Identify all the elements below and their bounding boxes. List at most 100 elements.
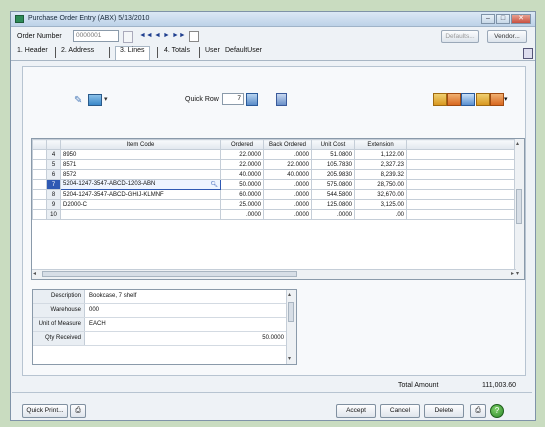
tab-totals[interactable]: 4. Totals [164, 47, 190, 54]
grid-vertical-scrollbar[interactable]: ▴ ▾ [514, 139, 524, 279]
item-code-cell[interactable]: 8571 [60, 159, 221, 170]
line-options-dropdown-icon[interactable]: ▾ [104, 95, 108, 103]
scroll-down-icon[interactable]: ▾ [516, 270, 519, 278]
table-row[interactable]: 5 8571 22.0000 22.0000 105.7830 2,327.23 [32, 159, 518, 170]
tab-header[interactable]: 1. Header [17, 47, 48, 54]
quick-print-button[interactable]: Quick Print... [22, 404, 68, 418]
detail-scroll-thumb[interactable] [288, 302, 294, 322]
table-row[interactable]: 10 .0000 .0000 .0000 .00 [32, 209, 518, 220]
row-number[interactable]: 9 [46, 199, 61, 210]
column-header-ordered[interactable]: Ordered [220, 139, 264, 150]
qty-received-value[interactable]: 50.0000 [262, 332, 284, 345]
close-button[interactable]: ✕ [511, 14, 531, 24]
line-options-icon[interactable] [88, 94, 102, 106]
grid-copy-icon[interactable] [461, 93, 475, 106]
row-number[interactable]: 7 [46, 179, 61, 190]
row-number[interactable]: 4 [46, 149, 61, 160]
ordered-cell[interactable]: .0000 [220, 209, 264, 220]
back-ordered-cell[interactable]: 40.0000 [263, 169, 312, 180]
tab-lines[interactable]: 3. Lines [115, 46, 150, 60]
row-number[interactable]: 5 [46, 159, 61, 170]
ordered-cell[interactable]: 22.0000 [220, 159, 264, 170]
grid-vertical-scroll-thumb[interactable] [516, 189, 522, 224]
grid-menu-dropdown-icon[interactable]: ▾ [504, 95, 508, 103]
table-row[interactable]: 9 D2000-C 25.0000 .0000 125.0800 3,125.0… [32, 199, 518, 210]
grid-config-icon[interactable] [433, 93, 447, 106]
row-number[interactable]: 8 [46, 189, 61, 200]
accept-button[interactable]: Accept [336, 404, 376, 418]
lookup-button[interactable] [123, 31, 133, 43]
scroll-right-icon[interactable]: ▸ [511, 270, 514, 278]
warehouse-value[interactable]: 000 [89, 304, 99, 317]
grid-menu-icon[interactable] [490, 93, 504, 106]
back-ordered-cell[interactable]: .0000 [263, 199, 312, 210]
print-button[interactable]: ⎙ [470, 404, 486, 418]
column-header-unit-cost[interactable]: Unit Cost [311, 139, 355, 150]
extension-cell[interactable]: 3,125.00 [354, 199, 407, 210]
detail-scroll-down-icon[interactable]: ▾ [288, 355, 291, 363]
last-record-icon[interactable]: ►► [172, 31, 186, 40]
item-code-cell[interactable] [60, 209, 221, 220]
extension-cell[interactable]: 8,239.32 [354, 169, 407, 180]
column-header-extension[interactable]: Extension [354, 139, 407, 150]
calculator-icon[interactable] [276, 93, 287, 106]
row-number[interactable]: 6 [46, 169, 61, 180]
unit-cost-cell[interactable]: 205.9830 [311, 169, 355, 180]
unit-cost-cell[interactable]: 51.0800 [311, 149, 355, 160]
minimize-button[interactable]: – [481, 14, 495, 24]
grid-export-icon[interactable] [447, 93, 461, 106]
extension-cell[interactable]: 2,327.23 [354, 159, 407, 170]
ordered-cell[interactable]: 40.0000 [220, 169, 264, 180]
cancel-button[interactable]: Cancel [380, 404, 420, 418]
ordered-cell[interactable]: 50.0000 [220, 179, 264, 190]
quick-row-go-icon[interactable] [246, 93, 258, 106]
column-header-back-ordered[interactable]: Back Ordered [263, 139, 312, 150]
back-ordered-cell[interactable]: .0000 [263, 209, 312, 220]
first-record-icon[interactable]: ◄◄ [139, 31, 153, 40]
unit-cost-cell[interactable]: 544.5800 [311, 189, 355, 200]
back-ordered-cell[interactable]: .0000 [263, 189, 312, 200]
item-code-edit-text[interactable]: 5204-1247-3547-ABCD-1203-ABN [63, 181, 155, 187]
extension-cell[interactable]: .00 [354, 209, 407, 220]
quick-row-field[interactable]: 7 [222, 93, 244, 105]
grid-horizontal-scroll-thumb[interactable] [42, 271, 297, 277]
unit-cost-cell[interactable]: 105.7830 [311, 159, 355, 170]
item-code-cell[interactable]: 8950 [60, 149, 221, 160]
defaults-button[interactable]: Defaults... [441, 30, 479, 43]
scroll-left-icon[interactable]: ◂ [33, 270, 36, 278]
table-row-selected[interactable]: 7 5204-1247-3547-ABCD-1203-ABN 🔍︎ 50.0000… [32, 179, 518, 190]
detail-scroll-up-icon[interactable]: ▴ [288, 291, 291, 299]
row-number[interactable]: 10 [46, 209, 61, 220]
scroll-up-icon[interactable]: ▴ [516, 140, 519, 148]
unit-cost-cell[interactable]: 575.0800 [311, 179, 355, 190]
item-code-cell[interactable]: 8572 [60, 169, 221, 180]
extension-cell[interactable]: 28,750.00 [354, 179, 407, 190]
back-ordered-cell[interactable]: 22.0000 [263, 159, 312, 170]
grid-horizontal-scrollbar[interactable]: ◂ ▸ [32, 269, 516, 279]
item-code-cell-editing[interactable]: 5204-1247-3547-ABCD-1203-ABN 🔍︎ [60, 179, 221, 190]
item-code-cell[interactable]: D2000-C [60, 199, 221, 210]
column-header-item-code[interactable]: Item Code [60, 139, 221, 150]
table-row[interactable]: 4 8950 22.0000 .0000 51.0800 1,122.00 [32, 149, 518, 160]
help-icon[interactable]: ? [490, 404, 504, 418]
print-preview-button[interactable]: ⎙ [70, 404, 86, 418]
back-ordered-cell[interactable]: .0000 [263, 149, 312, 160]
grid-paste-icon[interactable] [476, 93, 490, 106]
delete-button[interactable]: Delete [424, 404, 464, 418]
extension-cell[interactable]: 32,670.00 [354, 189, 407, 200]
back-ordered-cell[interactable]: .0000 [263, 179, 312, 190]
ordered-cell[interactable]: 25.0000 [220, 199, 264, 210]
maximize-button[interactable]: □ [496, 14, 510, 24]
notes-icon[interactable] [189, 31, 199, 42]
description-value[interactable]: Bookcase, 7 shelf [89, 290, 136, 303]
tab-address[interactable]: 2. Address [61, 47, 94, 54]
ordered-cell[interactable]: 60.0000 [220, 189, 264, 200]
detail-scrollbar[interactable]: ▴ ▾ [286, 290, 296, 364]
vendor-button[interactable]: Vendor... [487, 30, 527, 43]
previous-record-icon[interactable]: ◄ [154, 31, 161, 40]
table-row[interactable]: 6 8572 40.0000 40.0000 205.9830 8,239.32 [32, 169, 518, 180]
next-record-icon[interactable]: ► [163, 31, 170, 40]
unit-cost-cell[interactable]: 125.0800 [311, 199, 355, 210]
unit-of-measure-value[interactable]: EACH [89, 318, 106, 331]
extension-cell[interactable]: 1,122.00 [354, 149, 407, 160]
